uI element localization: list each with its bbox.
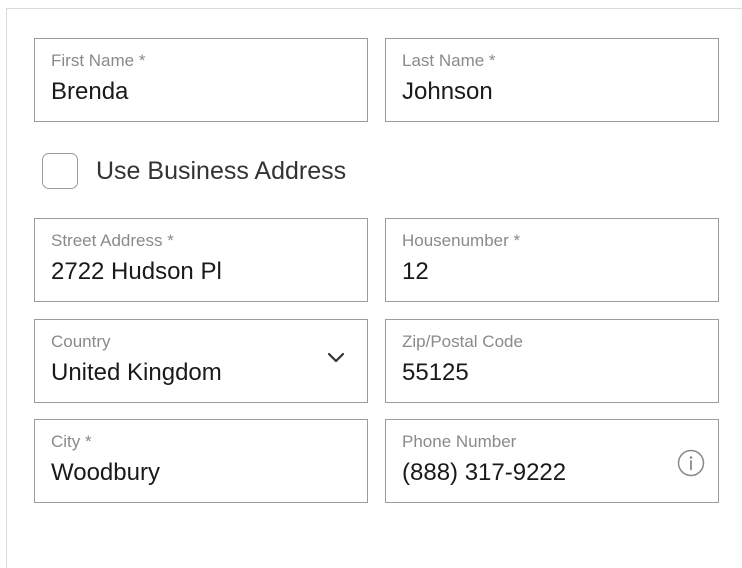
housenumber-field[interactable]: Housenumber * 12 [385, 218, 719, 302]
country-value: United Kingdom [51, 359, 222, 386]
info-icon[interactable] [676, 448, 706, 478]
zip-postal-code-value: 55125 [402, 359, 469, 386]
phone-number-field[interactable]: Phone Number (888) 317-9222 [385, 419, 719, 503]
city-field[interactable]: City * Woodbury [34, 419, 368, 503]
first-name-field[interactable]: First Name * Brenda [34, 38, 368, 122]
country-label: Country [51, 332, 111, 351]
chevron-down-icon[interactable] [327, 352, 345, 364]
housenumber-label: Housenumber * [402, 231, 521, 250]
zip-postal-code-field[interactable]: Zip/Postal Code 55125 [385, 319, 719, 403]
first-name-value: Brenda [51, 78, 129, 105]
housenumber-value: 12 [402, 258, 429, 285]
last-name-field[interactable]: Last Name * Johnson [385, 38, 719, 122]
street-address-label: Street Address * [51, 231, 174, 250]
first-name-label: First Name * [51, 51, 146, 70]
last-name-label: Last Name * [402, 51, 496, 70]
zip-postal-code-label: Zip/Postal Code [402, 332, 523, 351]
use-business-address-row[interactable]: Use Business Address [42, 150, 346, 192]
use-business-address-label: Use Business Address [96, 156, 347, 185]
last-name-value: Johnson [402, 78, 493, 105]
phone-number-value: (888) 317-9222 [402, 459, 567, 486]
country-select[interactable]: Country United Kingdom [34, 319, 368, 403]
street-address-value: 2722 Hudson Pl [51, 258, 222, 285]
street-address-field[interactable]: Street Address * 2722 Hudson Pl [34, 218, 368, 302]
city-label: City * [51, 432, 92, 451]
city-value: Woodbury [51, 459, 160, 486]
phone-number-label: Phone Number [402, 432, 517, 451]
use-business-address-checkbox[interactable] [42, 153, 78, 189]
